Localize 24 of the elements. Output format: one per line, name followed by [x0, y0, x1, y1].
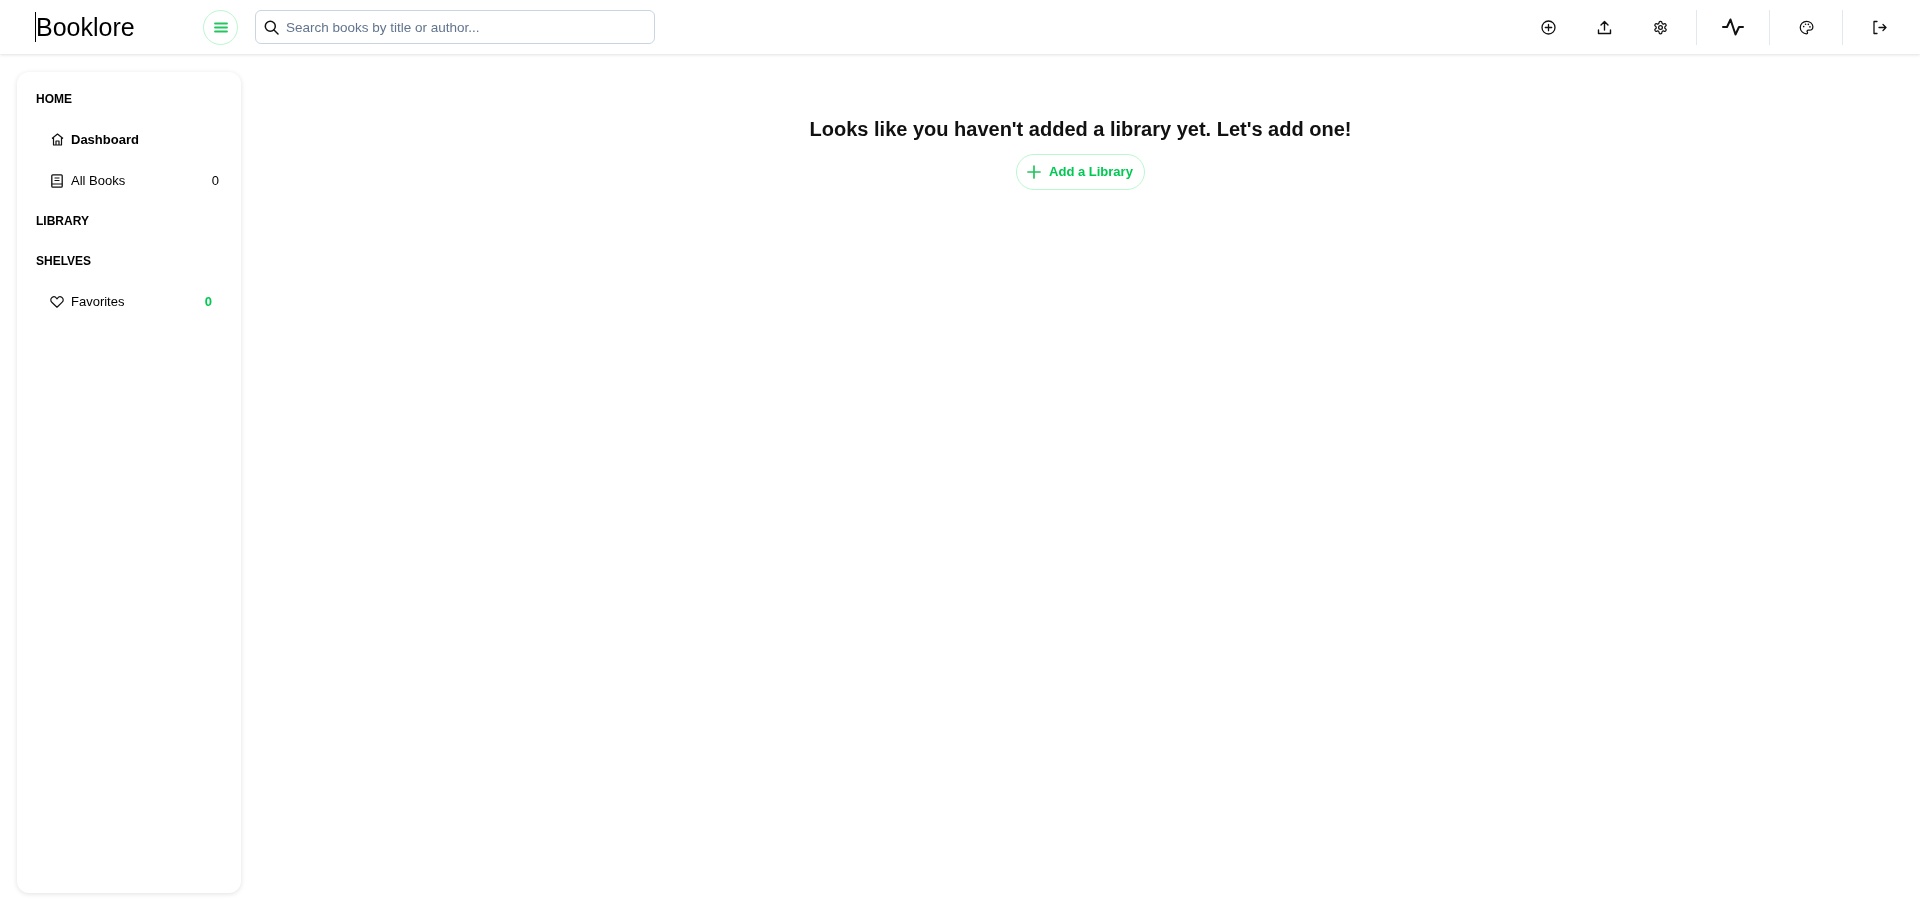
search-field[interactable]: Search books by title or author... — [255, 10, 655, 44]
palette-icon — [1798, 19, 1814, 35]
plus-icon — [1027, 165, 1042, 179]
menu-icon — [213, 21, 228, 33]
sidebar-item[interactable]: Favorites 0 — [17, 281, 241, 322]
activity-icon — [1722, 18, 1744, 36]
section-heading: LIBRARY — [36, 213, 89, 230]
sidebar-item[interactable]: All Books 0 — [17, 160, 241, 201]
text-cursor-icon — [35, 12, 36, 42]
search-icon — [264, 20, 279, 35]
item-count: 0 — [204, 292, 212, 311]
section-heading: HOME — [36, 91, 72, 108]
plus-circle-icon — [1540, 19, 1556, 35]
heart-icon — [50, 295, 64, 308]
home-icon — [50, 133, 64, 146]
logout-icon — [1871, 19, 1887, 35]
upload-icon — [1596, 19, 1612, 35]
app-logo[interactable]: Booklore — [36, 11, 135, 43]
book-icon — [51, 173, 63, 188]
sidebar-item[interactable]: Dashboard — [17, 119, 241, 160]
item-count: 0 — [211, 171, 219, 190]
section-heading: SHELVES — [36, 253, 92, 270]
empty-library-message: Looks like you haven't added a library yet. Let's add one! — [809, 117, 1352, 141]
settings-icon — [1652, 19, 1668, 35]
